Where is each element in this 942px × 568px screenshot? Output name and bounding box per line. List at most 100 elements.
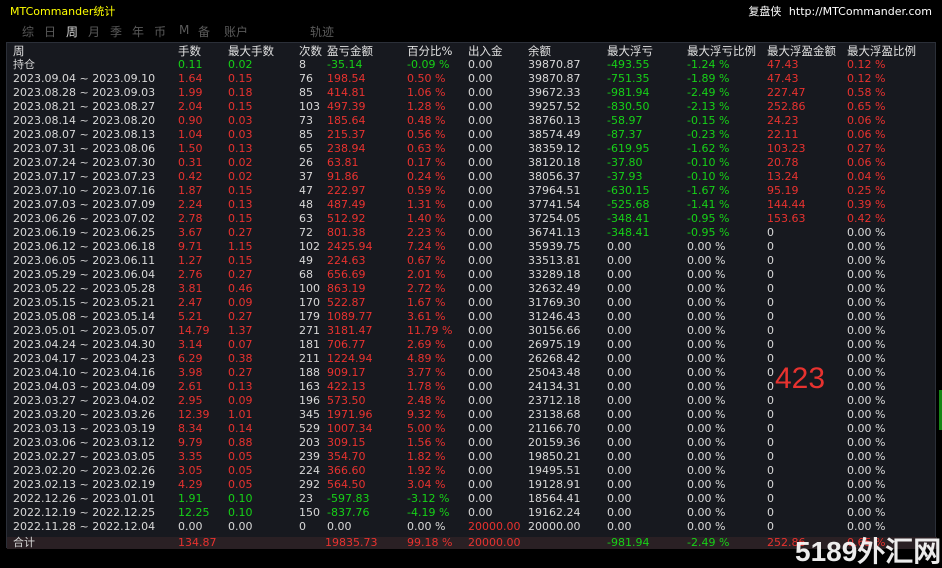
- cell-balance: 38056.37: [528, 170, 581, 183]
- cell-max-lots: 0.15: [228, 72, 253, 85]
- cell-max-float-loss: 0.00: [607, 520, 632, 533]
- cell-max-float-loss-pct: 0.00 %: [687, 422, 726, 435]
- cell-max-float-profit: 47.43: [767, 72, 799, 85]
- cell-lots: 8.34: [178, 422, 203, 435]
- column-header-max-float-profit-pct[interactable]: 最大浮盈比例: [847, 44, 916, 58]
- cell-count: 37: [299, 170, 313, 183]
- cell-lots: 0.31: [178, 156, 203, 169]
- cell-lots: 2.24: [178, 198, 203, 211]
- cell-pct: 1.67 %: [407, 296, 446, 309]
- cell-deposit: 0.00: [468, 464, 493, 477]
- cell-pnl: 309.15: [327, 436, 366, 449]
- cell-count: 76: [299, 72, 313, 85]
- cell-max-float-profit-pct: 0.00 %: [847, 240, 886, 253]
- cell-pct: 0.00 %: [407, 520, 446, 533]
- cell-max-lots: 0.03: [228, 114, 253, 127]
- cell-max-float-profit: 0: [767, 436, 774, 449]
- cell-max-lots: 1.15: [228, 240, 253, 253]
- cell-count: 150: [299, 506, 320, 519]
- cell-deposit: 0.00: [468, 352, 493, 365]
- cell-max-float-loss-pct: -1.41 %: [687, 198, 730, 211]
- brand-url[interactable]: http://MTCommander.com: [789, 5, 932, 18]
- cell-max-float-loss-pct: -1.62 %: [687, 142, 730, 155]
- tab-week[interactable]: 周: [66, 23, 78, 40]
- cell-balance: 37964.51: [528, 184, 581, 197]
- cell-max-float-loss-pct: 0.00 %: [687, 520, 726, 533]
- cell-week: 2023.04.24 ~ 2023.04.30: [13, 338, 156, 351]
- cell-balance: 18564.41: [528, 492, 581, 505]
- cell-count: 73: [299, 114, 313, 127]
- column-header-count[interactable]: 次数: [299, 44, 322, 58]
- cell-max-float-profit: 227.47: [767, 86, 806, 99]
- tab-summary[interactable]: 综: [22, 23, 34, 40]
- cell-deposit: 0.00: [468, 86, 493, 99]
- cell-count: 345: [299, 408, 320, 421]
- column-header-max-float-loss[interactable]: 最大浮亏: [607, 44, 653, 58]
- column-header-max-float-profit[interactable]: 最大浮盈金额: [767, 44, 836, 58]
- tab-year[interactable]: 年: [132, 23, 144, 40]
- cell-max-lots: 0.05: [228, 464, 253, 477]
- tab-m[interactable]: M: [179, 23, 189, 37]
- cell-max-float-loss: 0.00: [607, 240, 632, 253]
- cell-lots: 2.61: [178, 380, 203, 393]
- cell-max-float-profit: 0: [767, 338, 774, 351]
- cell-max-float-profit-pct: 0.00 %: [847, 506, 886, 519]
- tab-trajectory[interactable]: 轨迹: [310, 23, 334, 40]
- cell-max-float-profit: 0: [767, 492, 774, 505]
- brand-link[interactable]: 复盘侠 http://MTCommander.com: [748, 3, 932, 19]
- cell-max-float-loss-pct: -0.10 %: [687, 156, 730, 169]
- tab-currency[interactable]: 币: [154, 23, 166, 40]
- cell-max-float-profit: 252.86: [767, 100, 806, 113]
- column-header-deposit[interactable]: 出入金: [468, 44, 503, 58]
- tab-account[interactable]: 账户: [224, 23, 248, 40]
- column-header-max-lots[interactable]: 最大手数: [228, 44, 274, 58]
- cell-pct: 9.32 %: [407, 408, 446, 421]
- cell-max-float-profit-pct: 0.58 %: [847, 86, 886, 99]
- column-header-lots[interactable]: 手数: [178, 44, 201, 58]
- cell-max-float-loss-pct: -0.95 %: [687, 226, 730, 239]
- cell-week: 2023.06.19 ~ 2023.06.25: [13, 226, 156, 239]
- cell-count: 23: [299, 492, 313, 505]
- tab-day[interactable]: 日: [44, 23, 56, 40]
- cell-deposit: 0.00: [468, 310, 493, 323]
- column-header-balance[interactable]: 余额: [528, 44, 551, 58]
- cell-pnl: -597.83: [327, 492, 370, 505]
- cell-count: 8: [299, 58, 306, 71]
- cell-pct: 1.78 %: [407, 380, 446, 393]
- cell-deposit: 0.00: [468, 58, 493, 71]
- cell-pct: 0.50 %: [407, 72, 446, 85]
- cell-balance: 31769.30: [528, 296, 581, 309]
- cell-max-float-profit-pct: 0.00 %: [847, 352, 886, 365]
- cell-max-float-profit-pct: 0.65 %: [847, 100, 886, 113]
- cell-pnl: 656.69: [327, 268, 366, 281]
- cell-max-float-loss-pct: 0.00 %: [687, 296, 726, 309]
- cell-pnl: 224.63: [327, 254, 366, 267]
- column-header-pnl[interactable]: 盈亏金额: [327, 44, 373, 58]
- cell-max-float-loss: 0.00: [607, 450, 632, 463]
- cell-max-float-profit: 20.78: [767, 156, 799, 169]
- cell-max-float-loss: -751.35: [607, 72, 650, 85]
- cell-max-float-profit-pct: 0.12 %: [847, 72, 886, 85]
- cell-count: 170: [299, 296, 320, 309]
- cell-max-lots: 0.15: [228, 184, 253, 197]
- cell-week: 2023.03.06 ~ 2023.03.12: [13, 436, 156, 449]
- cell-balance: 21166.70: [528, 422, 581, 435]
- cell-max-float-loss-pct: 0.00 %: [687, 436, 726, 449]
- cell-pct: 7.24 %: [407, 240, 446, 253]
- column-header-max-float-loss-pct[interactable]: 最大浮亏比例: [687, 44, 756, 58]
- cell-count: 239: [299, 450, 320, 463]
- tab-quarter[interactable]: 季: [110, 23, 122, 40]
- cell-pct: 0.59 %: [407, 184, 446, 197]
- cell-max-float-loss: -37.80: [607, 156, 643, 169]
- cell-max-float-loss-pct: -0.10 %: [687, 170, 730, 183]
- column-header-pct[interactable]: 百分比%: [407, 44, 452, 58]
- cell-max-float-profit-pct: 0.00 %: [847, 338, 886, 351]
- cell-deposit: 0.00: [468, 380, 493, 393]
- cell-deposit: 0.00: [468, 282, 493, 295]
- cell-max-float-loss: -830.50: [607, 100, 650, 113]
- tab-month[interactable]: 月: [88, 23, 100, 40]
- cell-lots: 0.00: [178, 520, 203, 533]
- column-header-week[interactable]: 周: [13, 44, 25, 58]
- tab-notes[interactable]: 备: [198, 23, 210, 40]
- cell-max-lots: 0.09: [228, 394, 253, 407]
